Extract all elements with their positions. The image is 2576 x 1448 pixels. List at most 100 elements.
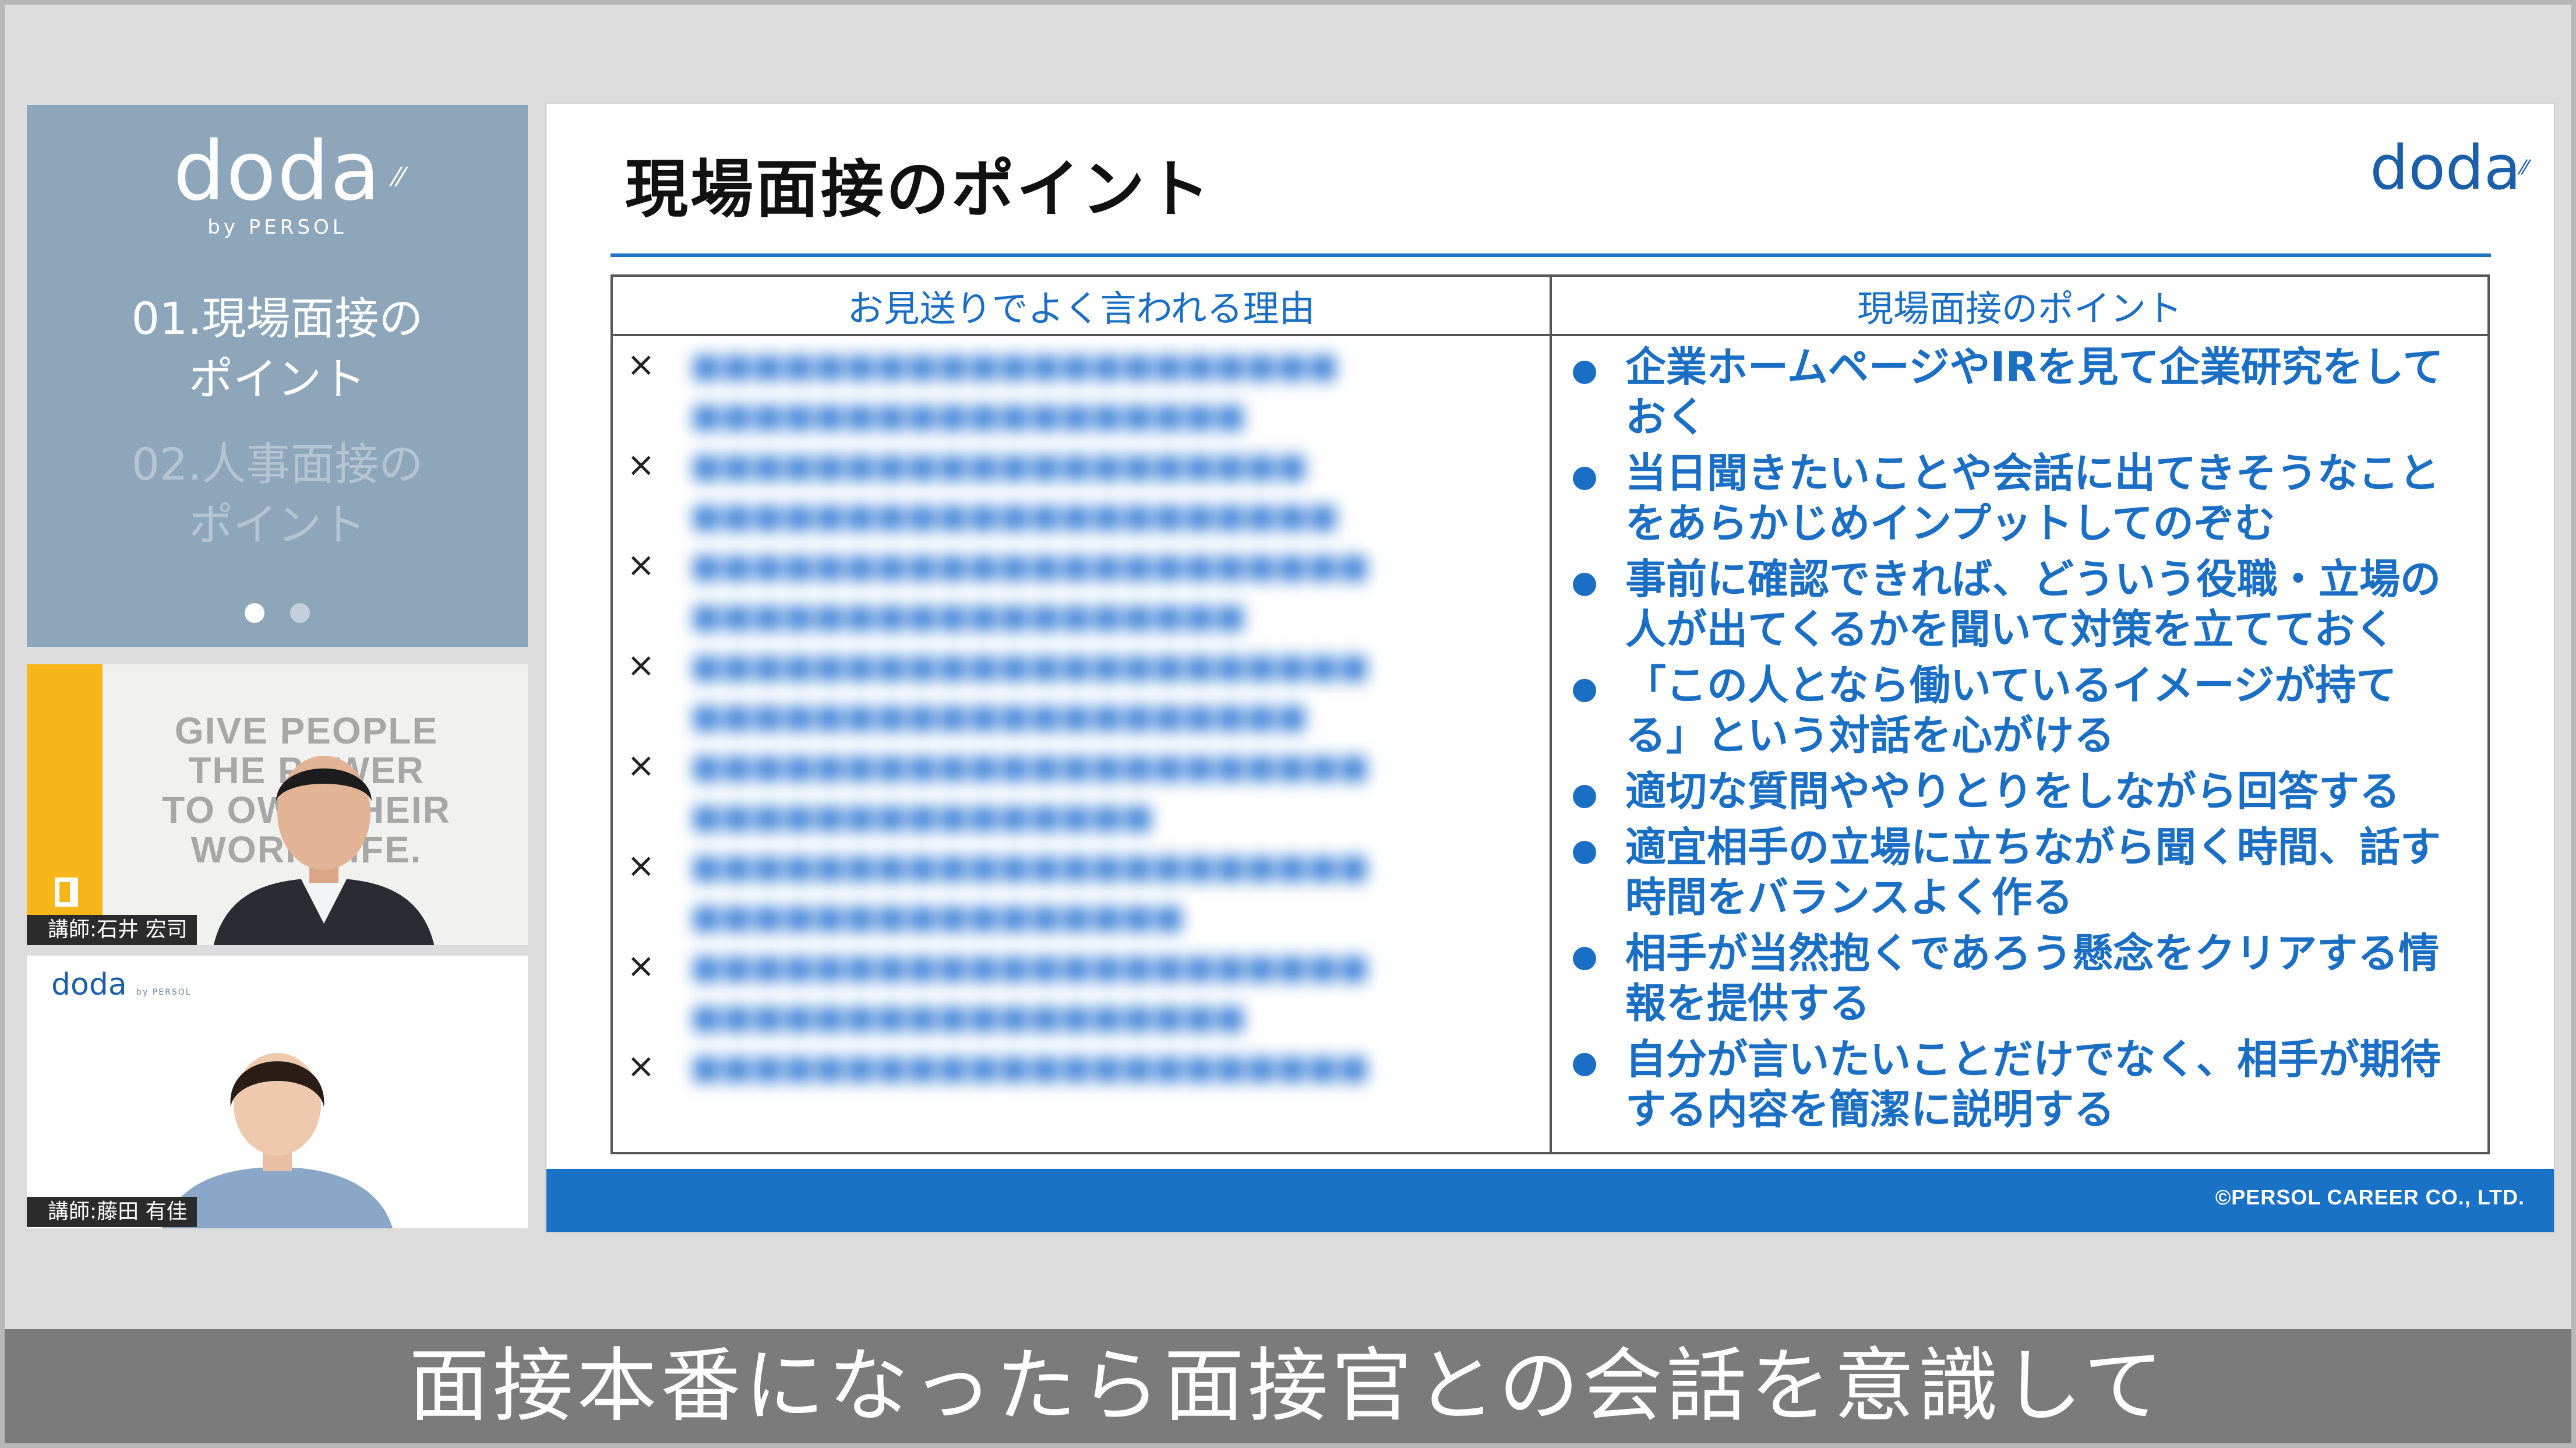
bullet-icon — [1573, 947, 1596, 970]
point-text: 企業ホームページやIRを見て企業研究をして おく — [1625, 342, 2443, 442]
doda-logo-white: doda ⁄⁄ by PERSOL — [27, 128, 528, 239]
interview-points-cell: 企業ホームページやIRを見て企業研究をして おく 当日聞きたいことや会話に出てきそ… — [1550, 334, 2490, 1154]
reason-item: × ■■■■■■■■■■■■■■■■■■■■■ ■■■■■■■■■■■■■■■■■… — [627, 341, 1550, 441]
point-8-line-2: する内容を簡潔に説明する — [1625, 1086, 2115, 1133]
speaker-2-person — [162, 1053, 393, 1228]
logo-sub: by PERSOL — [207, 216, 347, 239]
point-text: 自分が言いたいことだけでなく、相手が期待 する内容を簡潔に説明する — [1625, 1034, 2441, 1135]
speaker-video-2: doda by PERSOL 講師:藤田 有佳 — [27, 956, 528, 1228]
blurred-text: ■■■■■■■■■■■■■■■■■■■■■■ ■■■■■■■■■■■■■■■■■… — [691, 647, 1370, 735]
subtitle-bar: 面接本番になったら面接官との会話を意識して — [5, 1329, 2571, 1443]
blurred-text: ■■■■■■■■■■■■■■■■■■■■ ■■■■■■■■■■■■■■■■■■■… — [691, 447, 1339, 535]
blurred-text: ■■■■■■■■■■■■■■■■■■■■■■ — [691, 1048, 1370, 1086]
cross-icon: × — [627, 1046, 655, 1086]
speaker-video-1: GIVE PEOPLE THE POWER TO OWN THEIR WORK … — [27, 664, 528, 945]
point-text: 事前に確認できれば、どういう役職・立場の 人が出てくるかを聞いて対策を立てておく — [1625, 554, 2441, 654]
bullet-icon — [1573, 785, 1596, 808]
blurred-text: ■■■■■■■■■■■■■■■■■■■■■■ ■■■■■■■■■■■■■■■■■… — [691, 948, 1370, 1036]
slide-footer: ©PERSOL CAREER CO., LTD. — [546, 1169, 2554, 1232]
logo-rays-icon: ⁄⁄ — [393, 163, 405, 192]
blurred-text: ■■■■■■■■■■■■■■■■■■■■■■ ■■■■■■■■■■■■■■■■■… — [691, 547, 1370, 635]
chapter-item-02-line2: ポイント — [189, 499, 366, 551]
point-item: 適宜相手の立場に立ちながら聞く時間、話す 時間をバランスよく作る — [1573, 822, 2476, 922]
bullet-icon — [1573, 841, 1596, 864]
bullet-icon — [1573, 467, 1596, 490]
chapter-item-01-line1: 01.現場面接の — [131, 293, 424, 344]
point-8-line-1: 自分が言いたいことだけでなく、相手が期待 — [1625, 1035, 2441, 1083]
point-item: 「この人となら働いているイメージが持て る」という対話を心がける — [1573, 660, 2476, 760]
point-item: 相手が当然抱くであろう懸念をクリアする情 報を提供する — [1573, 928, 2476, 1028]
rejection-reasons-cell: × ■■■■■■■■■■■■■■■■■■■■■ ■■■■■■■■■■■■■■■■■… — [611, 334, 1552, 1154]
cross-icon: × — [627, 445, 655, 484]
reason-item: × ■■■■■■■■■■■■■■■■■■■■■■ ■■■■■■■■■■■■■■■■… — [627, 942, 1550, 1042]
blurred-text: ■■■■■■■■■■■■■■■■■■■■■■ ■■■■■■■■■■■■■■■ — [691, 748, 1370, 836]
doda-logo-small: doda by PERSOL — [51, 967, 192, 1010]
point-list: 企業ホームページやIRを見て企業研究をして おく 当日聞きたいことや会話に出てきそ… — [1552, 342, 2487, 1135]
point-3-line-2: 人が出てくるかを聞いて対策を立てておく — [1625, 605, 2396, 653]
slide-title: 現場面接のポイント — [625, 153, 1213, 226]
speaker-1-name-tag: 講師:石井 宏司 — [27, 915, 197, 945]
reason-item: × ■■■■■■■■■■■■■■■■■■■■■■ ■■■■■■■■■■■■■■■■ — [627, 842, 1550, 942]
point-item: 自分が言いたいことだけでなく、相手が期待 する内容を簡潔に説明する — [1573, 1034, 2476, 1135]
interview-points-table: お見送りでよく言われる理由 現場面接のポイント × ■■■■■■■■■■■■■■■… — [611, 274, 2490, 1154]
point-6-line-2: 時間をバランスよく作る — [1625, 873, 2073, 921]
point-2-line-2: をあらかじめインプットしてのぞむ — [1625, 499, 2275, 547]
point-text: 適切な質問ややりとりをしながら回答する — [1625, 766, 2400, 816]
point-2-line-1: 当日聞きたいことや会話に出てきそうなこと — [1625, 449, 2440, 497]
point-1-line-2: おく — [1625, 393, 1707, 441]
point-text: 当日聞きたいことや会話に出てきそうなこと をあらかじめインプットしてのぞむ — [1625, 448, 2440, 548]
blurred-text: ■■■■■■■■■■■■■■■■■■■■■ ■■■■■■■■■■■■■■■■■■ — [691, 347, 1339, 435]
point-4-line-1: 「この人となら働いているイメージが持て — [1625, 661, 2397, 709]
page-dot-2[interactable] — [290, 603, 310, 623]
title-divider — [611, 253, 2491, 257]
cross-icon: × — [627, 745, 655, 785]
point-7-line-1: 相手が当然抱くであろう懸念をクリアする情 — [1625, 929, 2440, 977]
point-3-line-1: 事前に確認できれば、どういう役職・立場の — [1625, 555, 2441, 603]
slide-logo-text: doda — [2370, 132, 2521, 203]
speaker-2-name-tag: 講師:藤田 有佳 — [27, 1197, 197, 1227]
point-6-line-1: 適宜相手の立場に立ちながら聞く時間、話す — [1625, 823, 2441, 871]
point-text: 相手が当然抱くであろう懸念をクリアする情 報を提供する — [1625, 928, 2439, 1028]
reason-item: × ■■■■■■■■■■■■■■■■■■■■■■ ■■■■■■■■■■■■■■■ — [627, 742, 1550, 842]
reason-item: × ■■■■■■■■■■■■■■■■■■■■■■ ■■■■■■■■■■■■■■■■… — [627, 541, 1550, 642]
cross-icon: × — [627, 845, 655, 885]
blurred-text: ■■■■■■■■■■■■■■■■■■■■■■ ■■■■■■■■■■■■■■■■ — [691, 848, 1370, 936]
point-1-line-1: 企業ホームページやIRを見て企業研究をして — [1625, 343, 2444, 391]
chapter-item-02[interactable]: 02.人事面接の ポイント — [27, 434, 528, 555]
speaker-1-person — [213, 756, 435, 945]
cross-icon: × — [627, 645, 655, 685]
bullet-icon — [1573, 573, 1596, 596]
page-dot-1[interactable] — [245, 603, 264, 623]
cross-icon: × — [627, 344, 655, 384]
point-4-line-2: る」という対話を心がける — [1625, 711, 2115, 759]
header-rejection-reasons: お見送りでよく言われる理由 — [611, 274, 1552, 336]
page-indicator — [27, 603, 528, 625]
persol-mark-icon — [55, 878, 78, 907]
bullet-icon — [1573, 679, 1596, 702]
point-item: 企業ホームページやIRを見て企業研究をして おく — [1573, 342, 2476, 442]
doda-logo-blue: doda⁄⁄ — [2370, 133, 2528, 203]
mini-logo-text: doda — [51, 967, 127, 1002]
chapter-item-01[interactable]: 01.現場面接の ポイント — [27, 288, 528, 410]
point-5-line-1: 適切な質問ややりとりをしながら回答する — [1625, 767, 2400, 815]
reason-list: × ■■■■■■■■■■■■■■■■■■■■■ ■■■■■■■■■■■■■■■■■… — [613, 336, 1550, 1143]
point-item: 適切な質問ややりとりをしながら回答する — [1573, 766, 2476, 816]
reason-item: × ■■■■■■■■■■■■■■■■■■■■■■ — [627, 1042, 1550, 1143]
point-text: 適宜相手の立場に立ちながら聞く時間、話す 時間をバランスよく作る — [1625, 822, 2441, 922]
presentation-slide: 現場面接のポイント doda⁄⁄ お見送りでよく言われる理由 現場面接のポイント… — [546, 104, 2554, 1232]
mini-logo-sub: by PERSOL — [136, 988, 192, 997]
slide-logo-rays-icon: ⁄⁄ — [2521, 156, 2528, 179]
point-7-line-2: 報を提供する — [1625, 980, 1870, 1027]
point-item: 当日聞きたいことや会話に出てきそうなこと をあらかじめインプットしてのぞむ — [1573, 448, 2476, 548]
point-item: 事前に確認できれば、どういう役職・立場の 人が出てくるかを聞いて対策を立てておく — [1573, 554, 2476, 654]
header-interview-points: 現場面接のポイント — [1550, 274, 2490, 336]
bullet-icon — [1573, 1053, 1596, 1076]
cross-icon: × — [627, 545, 655, 584]
bullet-icon — [1573, 361, 1596, 384]
chapter-item-01-line2: ポイント — [189, 353, 366, 405]
reason-item: × ■■■■■■■■■■■■■■■■■■■■■■ ■■■■■■■■■■■■■■■■… — [627, 642, 1550, 742]
point-text: 「この人となら働いているイメージが持て る」という対話を心がける — [1625, 660, 2397, 760]
logo-text: doda — [173, 124, 382, 219]
chapter-panel: doda ⁄⁄ by PERSOL 01.現場面接の ポイント 02.人事面接の … — [27, 105, 528, 647]
subtitle-text: 面接本番になったら面接官との会話を意識して — [408, 1339, 2168, 1433]
